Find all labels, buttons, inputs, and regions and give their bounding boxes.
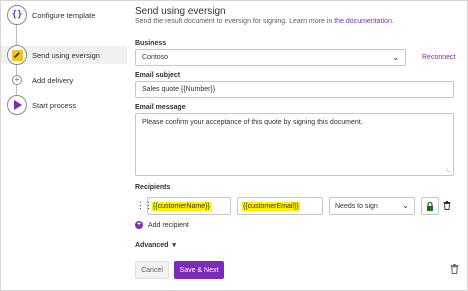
email-message-textarea[interactable]: Please confirm your acceptance of this q… — [135, 113, 454, 176]
braces-glyph: {} — [11, 10, 23, 20]
chevron-down-icon: ▾ — [172, 242, 176, 249]
pencil-icon — [11, 49, 23, 61]
stepper-connector — [16, 85, 17, 95]
plus-glyph: + — [14, 75, 20, 84]
recipient-row: ⋮⋮ {{customerName}} {{customerEmail}} Ne… — [135, 197, 465, 215]
advanced-toggle[interactable]: Advanced ▾ — [135, 241, 176, 249]
add-circle-icon: + — [135, 221, 143, 229]
advanced-label: Advanced — [135, 242, 169, 249]
footer: Cancel Save & Next — [135, 261, 465, 281]
plus-icon[interactable]: + — [12, 75, 22, 85]
recipient-email-value: {{customerEmail}} — [242, 201, 300, 211]
add-recipient-label: Add recipient — [148, 221, 189, 229]
braces-icon[interactable]: {} — [7, 5, 27, 25]
edit-icon[interactable] — [7, 45, 27, 65]
save-next-button[interactable]: Save & Next — [174, 261, 224, 279]
subtitle-suffix: . — [391, 18, 394, 25]
recipient-email-input[interactable]: {{customerEmail}} — [237, 197, 323, 215]
page-subtitle: Send the result document to eversign for… — [135, 18, 394, 25]
business-select[interactable]: Contoso ⌄ — [135, 49, 406, 66]
step-add-delivery[interactable]: Add delivery — [32, 76, 73, 85]
chevron-down-icon: ⌄ — [392, 53, 399, 62]
recipient-role-value: Needs to sign — [335, 202, 378, 210]
recipient-name-value: {{customerName}} — [152, 201, 211, 211]
stepper-connector — [16, 25, 17, 45]
resize-handle-icon[interactable]: ∟ — [446, 168, 452, 174]
chevron-down-icon: ⌄ — [402, 201, 409, 210]
play-icon[interactable] — [7, 95, 27, 115]
play-triangle — [14, 100, 22, 110]
recipients-label: Recipients — [135, 184, 171, 191]
email-subject-label: Email subject — [135, 72, 181, 79]
page-title: Send using eversign — [135, 6, 226, 17]
reconnect-link[interactable]: Reconnect — [422, 54, 455, 61]
email-message-text: Please confirm your acceptance of this q… — [142, 119, 363, 126]
stepper: {} Configure template Send using eversig… — [1, 1, 129, 291]
recipient-role-select[interactable]: Needs to sign ⌄ — [329, 197, 415, 215]
business-label: Business — [135, 40, 167, 47]
email-subject-input[interactable]: Sales quote {{Number}} — [135, 81, 454, 98]
stepper-connector — [16, 65, 17, 75]
step-configure-template[interactable]: Configure template — [32, 11, 95, 20]
delete-recipient-icon[interactable] — [443, 201, 451, 212]
app-frame: {} Configure template Send using eversig… — [0, 0, 468, 291]
delete-step-icon[interactable] — [450, 264, 459, 276]
cancel-button[interactable]: Cancel — [135, 261, 169, 279]
step-send-using-eversign[interactable]: Send using eversign — [32, 51, 100, 60]
step-start-process[interactable]: Start process — [32, 101, 76, 110]
lock-icon[interactable] — [421, 197, 439, 215]
subtitle-text: Send the result document to eversign for… — [135, 18, 335, 25]
add-recipient-button[interactable]: + Add recipient — [135, 221, 189, 229]
documentation-link[interactable]: the documentation — [334, 18, 392, 25]
business-value: Contoso — [142, 54, 169, 61]
recipient-name-input[interactable]: {{customerName}} — [147, 197, 231, 215]
email-message-label: Email message — [135, 104, 186, 111]
